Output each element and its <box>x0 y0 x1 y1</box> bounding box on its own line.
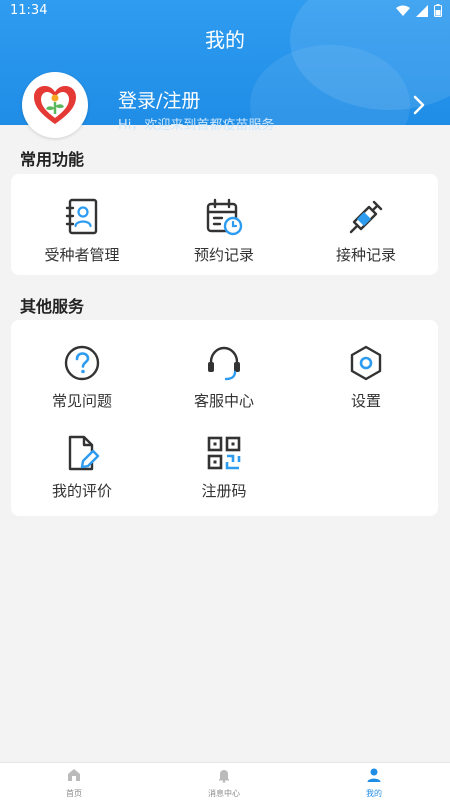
registration-code-item[interactable]: 注册码 <box>153 432 295 501</box>
tab-message-center-label: 消息中心 <box>208 789 240 798</box>
customer-service-label: 客服中心 <box>193 392 254 410</box>
status-time: 11:34 <box>10 3 48 18</box>
vaccination-records-label: 接种记录 <box>335 246 396 264</box>
settings-item[interactable]: 设置 <box>295 342 437 411</box>
bottom-tab-bar: 首页 消息中心 我的 <box>0 762 450 801</box>
avatar[interactable] <box>22 72 88 138</box>
common-functions-title: 常用功能 <box>20 150 85 169</box>
signal-icon <box>416 4 428 17</box>
settings-icon <box>350 345 382 381</box>
welcome-text: Hi，欢迎来到首都疫苗服务 <box>118 118 275 133</box>
tab-mine[interactable]: 我的 <box>314 767 434 799</box>
edit-document-icon <box>68 435 100 471</box>
headset-icon <box>208 346 240 381</box>
home-icon <box>68 769 80 781</box>
common-functions-card: 受种者管理 预约记录 接种记录 <box>11 174 438 275</box>
my-reviews-label: 我的评价 <box>51 482 112 500</box>
chevron-right-icon[interactable] <box>412 94 426 116</box>
settings-label: 设置 <box>350 392 381 410</box>
other-services-card: 常见问题 客服中心 设置 我的评价 注册码 <box>11 320 438 516</box>
calendar-clock-icon <box>206 198 243 236</box>
battery-icon <box>434 4 442 17</box>
recipient-icon <box>65 198 98 235</box>
faq-item[interactable]: 常见问题 <box>11 342 153 411</box>
appointment-records-item[interactable]: 预约记录 <box>153 196 295 265</box>
recipient-management-label: 受种者管理 <box>44 246 120 264</box>
status-icons <box>396 4 442 17</box>
tab-home[interactable]: 首页 <box>14 767 134 799</box>
vaccination-records-item[interactable]: 接种记录 <box>295 196 437 265</box>
tab-message-center[interactable]: 消息中心 <box>164 767 284 799</box>
appointment-records-label: 预约记录 <box>193 246 254 264</box>
question-icon <box>64 345 100 381</box>
login-register-link[interactable]: 登录/注册 <box>118 86 200 113</box>
syringe-icon <box>349 200 383 234</box>
bell-icon <box>219 770 229 783</box>
qr-code-icon <box>207 436 241 470</box>
registration-code-label: 注册码 <box>201 482 247 500</box>
page-title: 我的 <box>205 28 245 52</box>
tab-mine-label: 我的 <box>366 789 382 798</box>
heart-logo-icon <box>34 86 76 124</box>
my-reviews-item[interactable]: 我的评价 <box>11 432 153 501</box>
other-services-title: 其他服务 <box>20 297 85 316</box>
customer-service-item[interactable]: 客服中心 <box>153 342 295 411</box>
recipient-management-item[interactable]: 受种者管理 <box>11 196 153 265</box>
wifi-icon <box>396 5 410 16</box>
tab-home-label: 首页 <box>66 789 82 798</box>
status-bar: 11:34 <box>0 0 450 22</box>
user-icon <box>367 768 381 782</box>
faq-label: 常见问题 <box>51 392 112 410</box>
